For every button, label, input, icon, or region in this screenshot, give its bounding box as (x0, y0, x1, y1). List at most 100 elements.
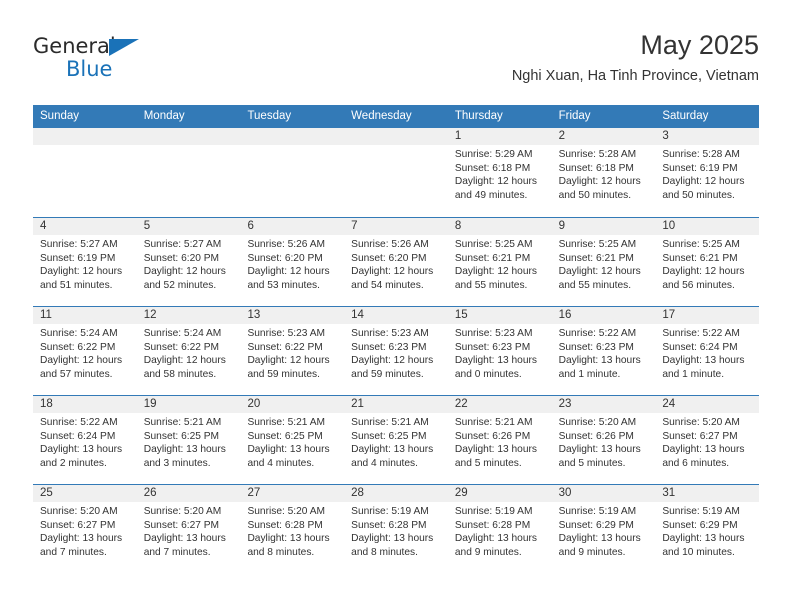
day-number: 1 (447, 128, 552, 145)
day-cell[interactable]: 11 Sunrise: 5:24 AM Sunset: 6:22 PM Dayligh… (33, 307, 137, 395)
sunrise-text: Sunrise: 5:26 AM (247, 239, 326, 250)
daylight-text-line2: and 50 minutes. (662, 189, 735, 201)
calendar-week-row: 18 Sunrise: 5:22 AM Sunset: 6:24 PM Dayligh… (33, 395, 760, 484)
daylight-text-line2: and 4 minutes. (247, 457, 315, 469)
sunrise-text: Sunrise: 5:20 AM (558, 417, 637, 428)
sunrise-text: Sunrise: 5:21 AM (351, 417, 429, 428)
sunset-text: Sunset: 6:28 PM (454, 519, 531, 531)
day-number: 29 (447, 485, 552, 502)
sunrise-text: Sunrise: 5:19 AM (454, 506, 533, 517)
day-cell-empty (240, 128, 345, 217)
sunset-text: Sunset: 6:29 PM (558, 519, 634, 531)
day-cell[interactable]: 31 Sunrise: 5:19 AM Sunset: 6:29 PM Dayligh… (655, 485, 760, 573)
general-blue-logo[interactable]: General Blue (33, 36, 233, 84)
daylight-text-line2: and 9 minutes. (454, 546, 522, 558)
day-cell[interactable]: 21 Sunrise: 5:21 AM Sunset: 6:25 PM Dayligh… (344, 396, 448, 484)
day-cell[interactable]: 25 Sunrise: 5:20 AM Sunset: 6:27 PM Dayligh… (33, 485, 137, 573)
day-sun-info: Sunrise: 5:27 AM Sunset: 6:20 PM Daylight:… (137, 235, 241, 292)
day-number: 16 (551, 307, 656, 324)
daylight-text-line2: and 59 minutes. (351, 368, 424, 380)
day-sun-info: Sunrise: 5:25 AM Sunset: 6:21 PM Daylight:… (448, 235, 552, 292)
day-number: 15 (447, 307, 552, 324)
day-sun-info: Sunrise: 5:20 AM Sunset: 6:27 PM Daylight:… (137, 502, 241, 559)
day-number: 6 (240, 218, 345, 235)
daylight-text-line2: and 52 minutes. (143, 279, 217, 291)
day-sun-info: Sunrise: 5:26 AM Sunset: 6:20 PM Daylight:… (240, 235, 344, 292)
day-number: 28 (344, 485, 448, 502)
day-cell[interactable]: 17 Sunrise: 5:22 AM Sunset: 6:24 PM Dayligh… (655, 307, 760, 395)
daylight-text-line1: Daylight: 13 hours (454, 355, 537, 367)
day-cell[interactable]: 30 Sunrise: 5:19 AM Sunset: 6:29 PM Dayligh… (551, 485, 656, 573)
day-cell[interactable]: 13 Sunrise: 5:23 AM Sunset: 6:22 PM Dayligh… (240, 307, 345, 395)
page-header: General Blue May 2025 Nghi Xuan, Ha Tinh… (33, 28, 759, 96)
sunset-text: Sunset: 6:18 PM (558, 162, 634, 174)
day-cell[interactable]: 7 Sunrise: 5:26 AM Sunset: 6:20 PM Daylight… (344, 218, 448, 306)
sunset-text: Sunset: 6:18 PM (454, 162, 531, 174)
sunset-text: Sunset: 6:28 PM (351, 519, 427, 531)
daylight-text-line1: Daylight: 12 hours (40, 266, 123, 278)
day-cell[interactable]: 18 Sunrise: 5:22 AM Sunset: 6:24 PM Dayligh… (33, 396, 137, 484)
daylight-text-line2: and 3 minutes. (143, 457, 211, 469)
day-cell[interactable]: 2 Sunrise: 5:28 AM Sunset: 6:18 PM Daylight… (551, 128, 656, 217)
day-cell[interactable]: 1 Sunrise: 5:29 AM Sunset: 6:18 PM Daylight… (447, 128, 552, 217)
day-number (33, 128, 137, 145)
day-cell[interactable]: 23 Sunrise: 5:20 AM Sunset: 6:26 PM Dayligh… (551, 396, 656, 484)
day-number: 5 (136, 218, 241, 235)
day-cell[interactable]: 27 Sunrise: 5:20 AM Sunset: 6:28 PM Dayligh… (240, 485, 345, 573)
day-number: 9 (551, 218, 656, 235)
day-cell[interactable]: 3 Sunrise: 5:28 AM Sunset: 6:19 PM Daylight… (655, 128, 760, 217)
day-number: 24 (655, 396, 760, 413)
day-sun-info: Sunrise: 5:28 AM Sunset: 6:19 PM Daylight:… (655, 145, 759, 202)
sunrise-text: Sunrise: 5:20 AM (40, 506, 118, 517)
day-cell[interactable]: 14 Sunrise: 5:23 AM Sunset: 6:23 PM Dayligh… (344, 307, 448, 395)
day-cell[interactable]: 19 Sunrise: 5:21 AM Sunset: 6:25 PM Dayligh… (136, 396, 241, 484)
daylight-text-line1: Daylight: 12 hours (351, 355, 434, 367)
day-cell[interactable]: 6 Sunrise: 5:26 AM Sunset: 6:20 PM Daylight… (240, 218, 345, 306)
day-number (136, 128, 241, 145)
daylight-text-line2: and 50 minutes. (558, 189, 632, 201)
day-cell[interactable]: 4 Sunrise: 5:27 AM Sunset: 6:19 PM Daylight… (33, 218, 137, 306)
sunrise-text: Sunrise: 5:21 AM (143, 417, 222, 428)
day-cell[interactable]: 10 Sunrise: 5:25 AM Sunset: 6:21 PM Dayligh… (655, 218, 760, 306)
day-cell[interactable]: 29 Sunrise: 5:19 AM Sunset: 6:28 PM Dayligh… (447, 485, 552, 573)
daylight-text-line2: and 59 minutes. (247, 368, 320, 380)
daylight-text-line1: Daylight: 13 hours (558, 444, 641, 456)
day-cell[interactable]: 12 Sunrise: 5:24 AM Sunset: 6:22 PM Dayligh… (136, 307, 241, 395)
day-number (240, 128, 345, 145)
day-cell[interactable]: 5 Sunrise: 5:27 AM Sunset: 6:20 PM Daylight… (136, 218, 241, 306)
sunset-text: Sunset: 6:21 PM (454, 252, 531, 264)
sunrise-text: Sunrise: 5:22 AM (662, 328, 740, 339)
daylight-text-line2: and 0 minutes. (454, 368, 522, 380)
calendar-week-row: 11 Sunrise: 5:24 AM Sunset: 6:22 PM Dayligh… (33, 306, 760, 395)
day-number: 11 (33, 307, 137, 324)
day-cell[interactable]: 16 Sunrise: 5:22 AM Sunset: 6:23 PM Dayligh… (551, 307, 656, 395)
daylight-text-line2: and 6 minutes. (662, 457, 730, 469)
sunrise-text: Sunrise: 5:19 AM (351, 506, 429, 517)
daylight-text-line1: Daylight: 12 hours (662, 176, 745, 188)
day-cell[interactable]: 15 Sunrise: 5:23 AM Sunset: 6:23 PM Dayligh… (447, 307, 552, 395)
day-cell[interactable]: 28 Sunrise: 5:19 AM Sunset: 6:28 PM Dayligh… (344, 485, 448, 573)
sunset-text: Sunset: 6:25 PM (247, 430, 323, 442)
day-cell[interactable]: 8 Sunrise: 5:25 AM Sunset: 6:21 PM Daylight… (447, 218, 552, 306)
sunrise-text: Sunrise: 5:23 AM (454, 328, 533, 339)
day-cell[interactable]: 24 Sunrise: 5:20 AM Sunset: 6:27 PM Dayligh… (655, 396, 760, 484)
sunset-text: Sunset: 6:26 PM (454, 430, 531, 442)
sunset-text: Sunset: 6:27 PM (40, 519, 116, 531)
weekday-header-sunday: Sunday (40, 110, 80, 122)
day-cell[interactable]: 20 Sunrise: 5:21 AM Sunset: 6:25 PM Dayligh… (240, 396, 345, 484)
daylight-text-line1: Daylight: 13 hours (351, 444, 434, 456)
calendar-week-row: 25 Sunrise: 5:20 AM Sunset: 6:27 PM Dayligh… (33, 484, 760, 573)
day-cell[interactable]: 9 Sunrise: 5:25 AM Sunset: 6:21 PM Daylight… (551, 218, 656, 306)
day-sun-info: Sunrise: 5:20 AM Sunset: 6:27 PM Daylight:… (33, 502, 137, 559)
daylight-text-line2: and 55 minutes. (454, 279, 528, 291)
daylight-text-line1: Daylight: 13 hours (662, 355, 745, 367)
sunrise-text: Sunrise: 5:19 AM (662, 506, 740, 517)
sunset-text: Sunset: 6:24 PM (662, 341, 738, 353)
daylight-text-line2: and 57 minutes. (40, 368, 113, 380)
day-cell[interactable]: 22 Sunrise: 5:21 AM Sunset: 6:26 PM Dayligh… (447, 396, 552, 484)
day-number: 23 (551, 396, 656, 413)
daylight-text-line1: Daylight: 12 hours (143, 266, 226, 278)
weekday-header-saturday: Saturday (662, 110, 709, 122)
day-cell[interactable]: 26 Sunrise: 5:20 AM Sunset: 6:27 PM Dayligh… (136, 485, 241, 573)
day-sun-info: Sunrise: 5:28 AM Sunset: 6:18 PM Daylight:… (552, 145, 656, 202)
